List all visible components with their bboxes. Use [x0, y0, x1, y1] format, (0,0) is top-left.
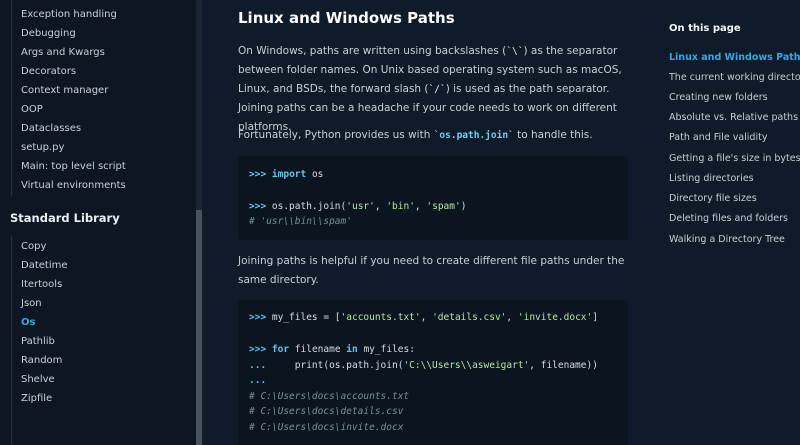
sidebar-item-decorators[interactable]: Decorators — [21, 65, 76, 79]
nav-guide-line — [11, 0, 12, 196]
sidebar-scrollbar-thumb[interactable] — [196, 210, 202, 445]
code-line: ... print(os.path.join('C:\\Users\\aswei… — [249, 360, 598, 371]
toc-item-absolute-relative-paths[interactable]: Absolute vs. Relative paths — [669, 111, 798, 125]
inline-code-slash: `/` — [428, 84, 446, 95]
sidebar-section-heading: Standard Library — [10, 211, 120, 225]
sidebar-item-args-kwargs[interactable]: Args and Kwargs — [21, 46, 105, 60]
sidebar-item-random[interactable]: Random — [21, 354, 62, 368]
toc-item-walking-directory-tree[interactable]: Walking a Directory Tree — [669, 233, 785, 247]
paragraph-joining-paths: Joining paths is helpful if you need to … — [238, 255, 625, 286]
sidebar-item-main-top-level-script[interactable]: Main: top level script — [21, 160, 126, 174]
code-line: >>> my_files = ['accounts.txt', 'details… — [249, 312, 598, 323]
code-block-my-files[interactable]: >>> my_files = ['accounts.txt', 'details… — [238, 300, 628, 445]
page-section-title: Linux and Windows Paths — [238, 9, 455, 27]
code-block-import-os[interactable]: >>> import os >>> os.path.join('usr', 'b… — [238, 156, 628, 240]
sidebar-item-oop[interactable]: OOP — [21, 103, 43, 117]
code-line: ... — [249, 375, 267, 386]
toc-item-deleting-files-folders[interactable]: Deleting files and folders — [669, 212, 788, 226]
code-line: >>> import os — [249, 169, 324, 180]
toc-item-creating-new-folders[interactable]: Creating new folders — [669, 91, 768, 105]
paragraph-os-path-join: Fortunately, Python provides us with `os… — [238, 126, 630, 145]
inline-code-backslash: `\` — [506, 46, 524, 57]
toc-item-current-working-directory[interactable]: The current working directory — [669, 71, 800, 85]
sidebar-item-pathlib[interactable]: Pathlib — [21, 335, 55, 349]
sidebar-item-debugging[interactable]: Debugging — [21, 27, 76, 41]
sidebar-item-datetime[interactable]: Datetime — [21, 259, 68, 273]
sidebar-item-virtual-environments[interactable]: Virtual environments — [21, 179, 126, 193]
sidebar-item-copy[interactable]: Copy — [21, 240, 46, 254]
paragraph-paths-intro: On Windows, paths are written using back… — [238, 42, 630, 137]
sidebar-item-context-manager[interactable]: Context manager — [21, 84, 108, 98]
toc-item-linux-windows-paths[interactable]: Linux and Windows Paths — [669, 51, 800, 65]
toc-item-file-size-bytes[interactable]: Getting a file's size in bytes — [669, 152, 800, 166]
sidebar-item-dataclasses[interactable]: Dataclasses — [21, 122, 81, 136]
inline-code-os-path-join: `os.path.join` — [433, 130, 514, 141]
toc-item-path-file-validity[interactable]: Path and File validity — [669, 131, 767, 145]
sidebar-item-shelve[interactable]: Shelve — [21, 373, 55, 387]
toc-heading: On this page — [669, 23, 741, 34]
sidebar-item-itertools[interactable]: Itertools — [21, 278, 62, 292]
sidebar: Exception handling Debugging Args and Kw… — [0, 0, 196, 445]
sidebar-item-exception-handling[interactable]: Exception handling — [21, 8, 117, 22]
code-comment: # 'usr\\bin\\spam' — [249, 216, 352, 227]
text: On Windows, paths are written using back… — [238, 45, 507, 57]
nav-guide-line — [11, 236, 12, 445]
code-line: >>> for filename in my_files: — [249, 344, 415, 355]
code-line: >>> os.path.join('usr', 'bin', 'spam') — [249, 201, 467, 212]
sidebar-item-setup-py[interactable]: setup.py — [21, 141, 64, 155]
sidebar-item-zipfile[interactable]: Zipfile — [21, 392, 52, 406]
code-comment: # C:\Users\docs\invite.docx — [249, 422, 404, 433]
text: to handle this. — [513, 129, 593, 141]
sidebar-scrollbar[interactable] — [196, 0, 202, 445]
code-comment: # C:\Users\docs\details.csv — [249, 406, 404, 417]
sidebar-item-json[interactable]: Json — [21, 297, 42, 311]
toc-item-listing-directories[interactable]: Listing directories — [669, 172, 754, 186]
sidebar-item-os[interactable]: Os — [21, 316, 35, 330]
text: Fortunately, Python provides us with — [238, 129, 434, 141]
code-comment: # C:\Users\docs\accounts.txt — [249, 391, 410, 402]
toc-item-directory-file-sizes[interactable]: Directory file sizes — [669, 192, 757, 206]
